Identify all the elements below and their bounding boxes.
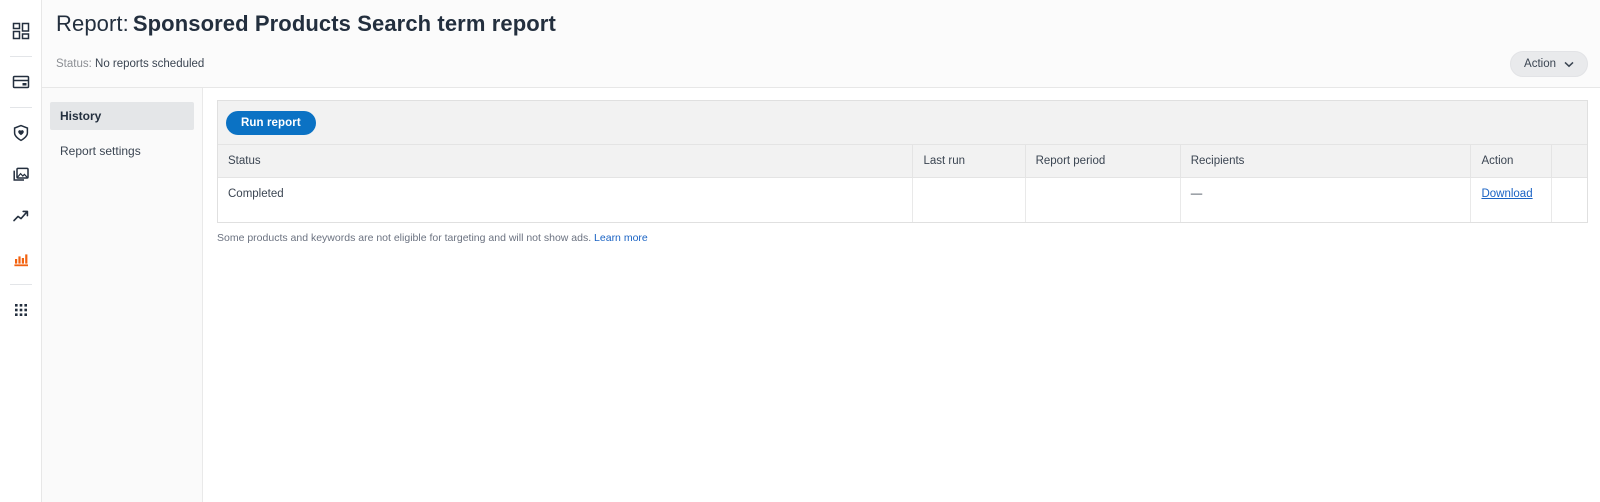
cell-status: Completed xyxy=(218,177,913,222)
rail-divider xyxy=(10,107,32,108)
main-panel: Run report Status xyxy=(203,88,1600,502)
table-row: Completed — Download xyxy=(218,177,1587,222)
table-header: Status Last run Report period Recipients… xyxy=(218,145,1587,177)
sidebar-item-label: Report settings xyxy=(60,144,141,158)
rail-divider xyxy=(10,56,32,57)
page-body: History Report settings Run report xyxy=(42,88,1600,502)
status-line: Status: No reports scheduled xyxy=(56,58,204,70)
rail-divider xyxy=(10,284,32,285)
action-dropdown-label: Action xyxy=(1524,58,1556,70)
column-header-last-run[interactable]: Last run xyxy=(913,145,1025,177)
table-body: Completed — Download xyxy=(218,177,1587,222)
report-history-table: Status Last run Report period Recipients… xyxy=(218,145,1587,222)
download-link[interactable]: Download xyxy=(1481,188,1532,200)
column-header-report-period[interactable]: Report period xyxy=(1025,145,1180,177)
cell-report-period xyxy=(1025,177,1180,222)
trending-up-icon[interactable] xyxy=(0,196,42,238)
cell-action: Download xyxy=(1471,177,1552,222)
apps-dots-grid-icon[interactable] xyxy=(0,289,42,331)
column-header-action[interactable]: Action xyxy=(1471,145,1552,177)
sidebar-item-history[interactable]: History xyxy=(50,102,194,130)
chevron-down-icon xyxy=(1564,61,1574,68)
table-header-row: Status Last run Report period Recipients… xyxy=(218,145,1587,177)
page-title-main: Sponsored Products Search term report xyxy=(133,11,556,36)
column-header-extra xyxy=(1552,145,1587,177)
card-toolbar: Run report xyxy=(218,101,1587,145)
page-header: Report:Sponsored Products Search term re… xyxy=(42,0,1600,88)
shield-heart-icon[interactable] xyxy=(0,112,42,154)
dashboard-grid-icon[interactable] xyxy=(0,10,42,52)
bar-chart-icon[interactable] xyxy=(0,238,42,280)
report-history-card: Run report Status xyxy=(217,100,1588,223)
learn-more-link[interactable]: Learn more xyxy=(594,232,648,244)
cell-last-run xyxy=(913,177,1025,222)
global-icon-rail xyxy=(0,0,42,502)
sidebar-item-label: History xyxy=(60,109,101,123)
column-header-recipients[interactable]: Recipients xyxy=(1180,145,1471,177)
app-root: Report:Sponsored Products Search term re… xyxy=(0,0,1600,502)
eligibility-note: Some products and keywords are not eligi… xyxy=(217,232,1588,244)
status-value: No reports scheduled xyxy=(95,58,204,70)
page-title-prefix: Report: xyxy=(56,11,129,36)
page-title: Report:Sponsored Products Search term re… xyxy=(56,11,556,37)
report-sidebar: History Report settings xyxy=(42,88,203,502)
action-dropdown-button[interactable]: Action xyxy=(1510,51,1588,77)
column-header-status[interactable]: Status xyxy=(218,145,913,177)
run-report-button[interactable]: Run report xyxy=(226,111,316,135)
status-label: Status: xyxy=(56,58,92,70)
content-region: Report:Sponsored Products Search term re… xyxy=(42,0,1600,502)
billing-card-icon[interactable] xyxy=(0,61,42,103)
eligibility-note-text: Some products and keywords are not eligi… xyxy=(217,232,591,244)
sidebar-item-report-settings[interactable]: Report settings xyxy=(50,137,194,165)
media-images-icon[interactable] xyxy=(0,154,42,196)
cell-extra xyxy=(1552,177,1587,222)
cell-recipients: — xyxy=(1180,177,1471,222)
